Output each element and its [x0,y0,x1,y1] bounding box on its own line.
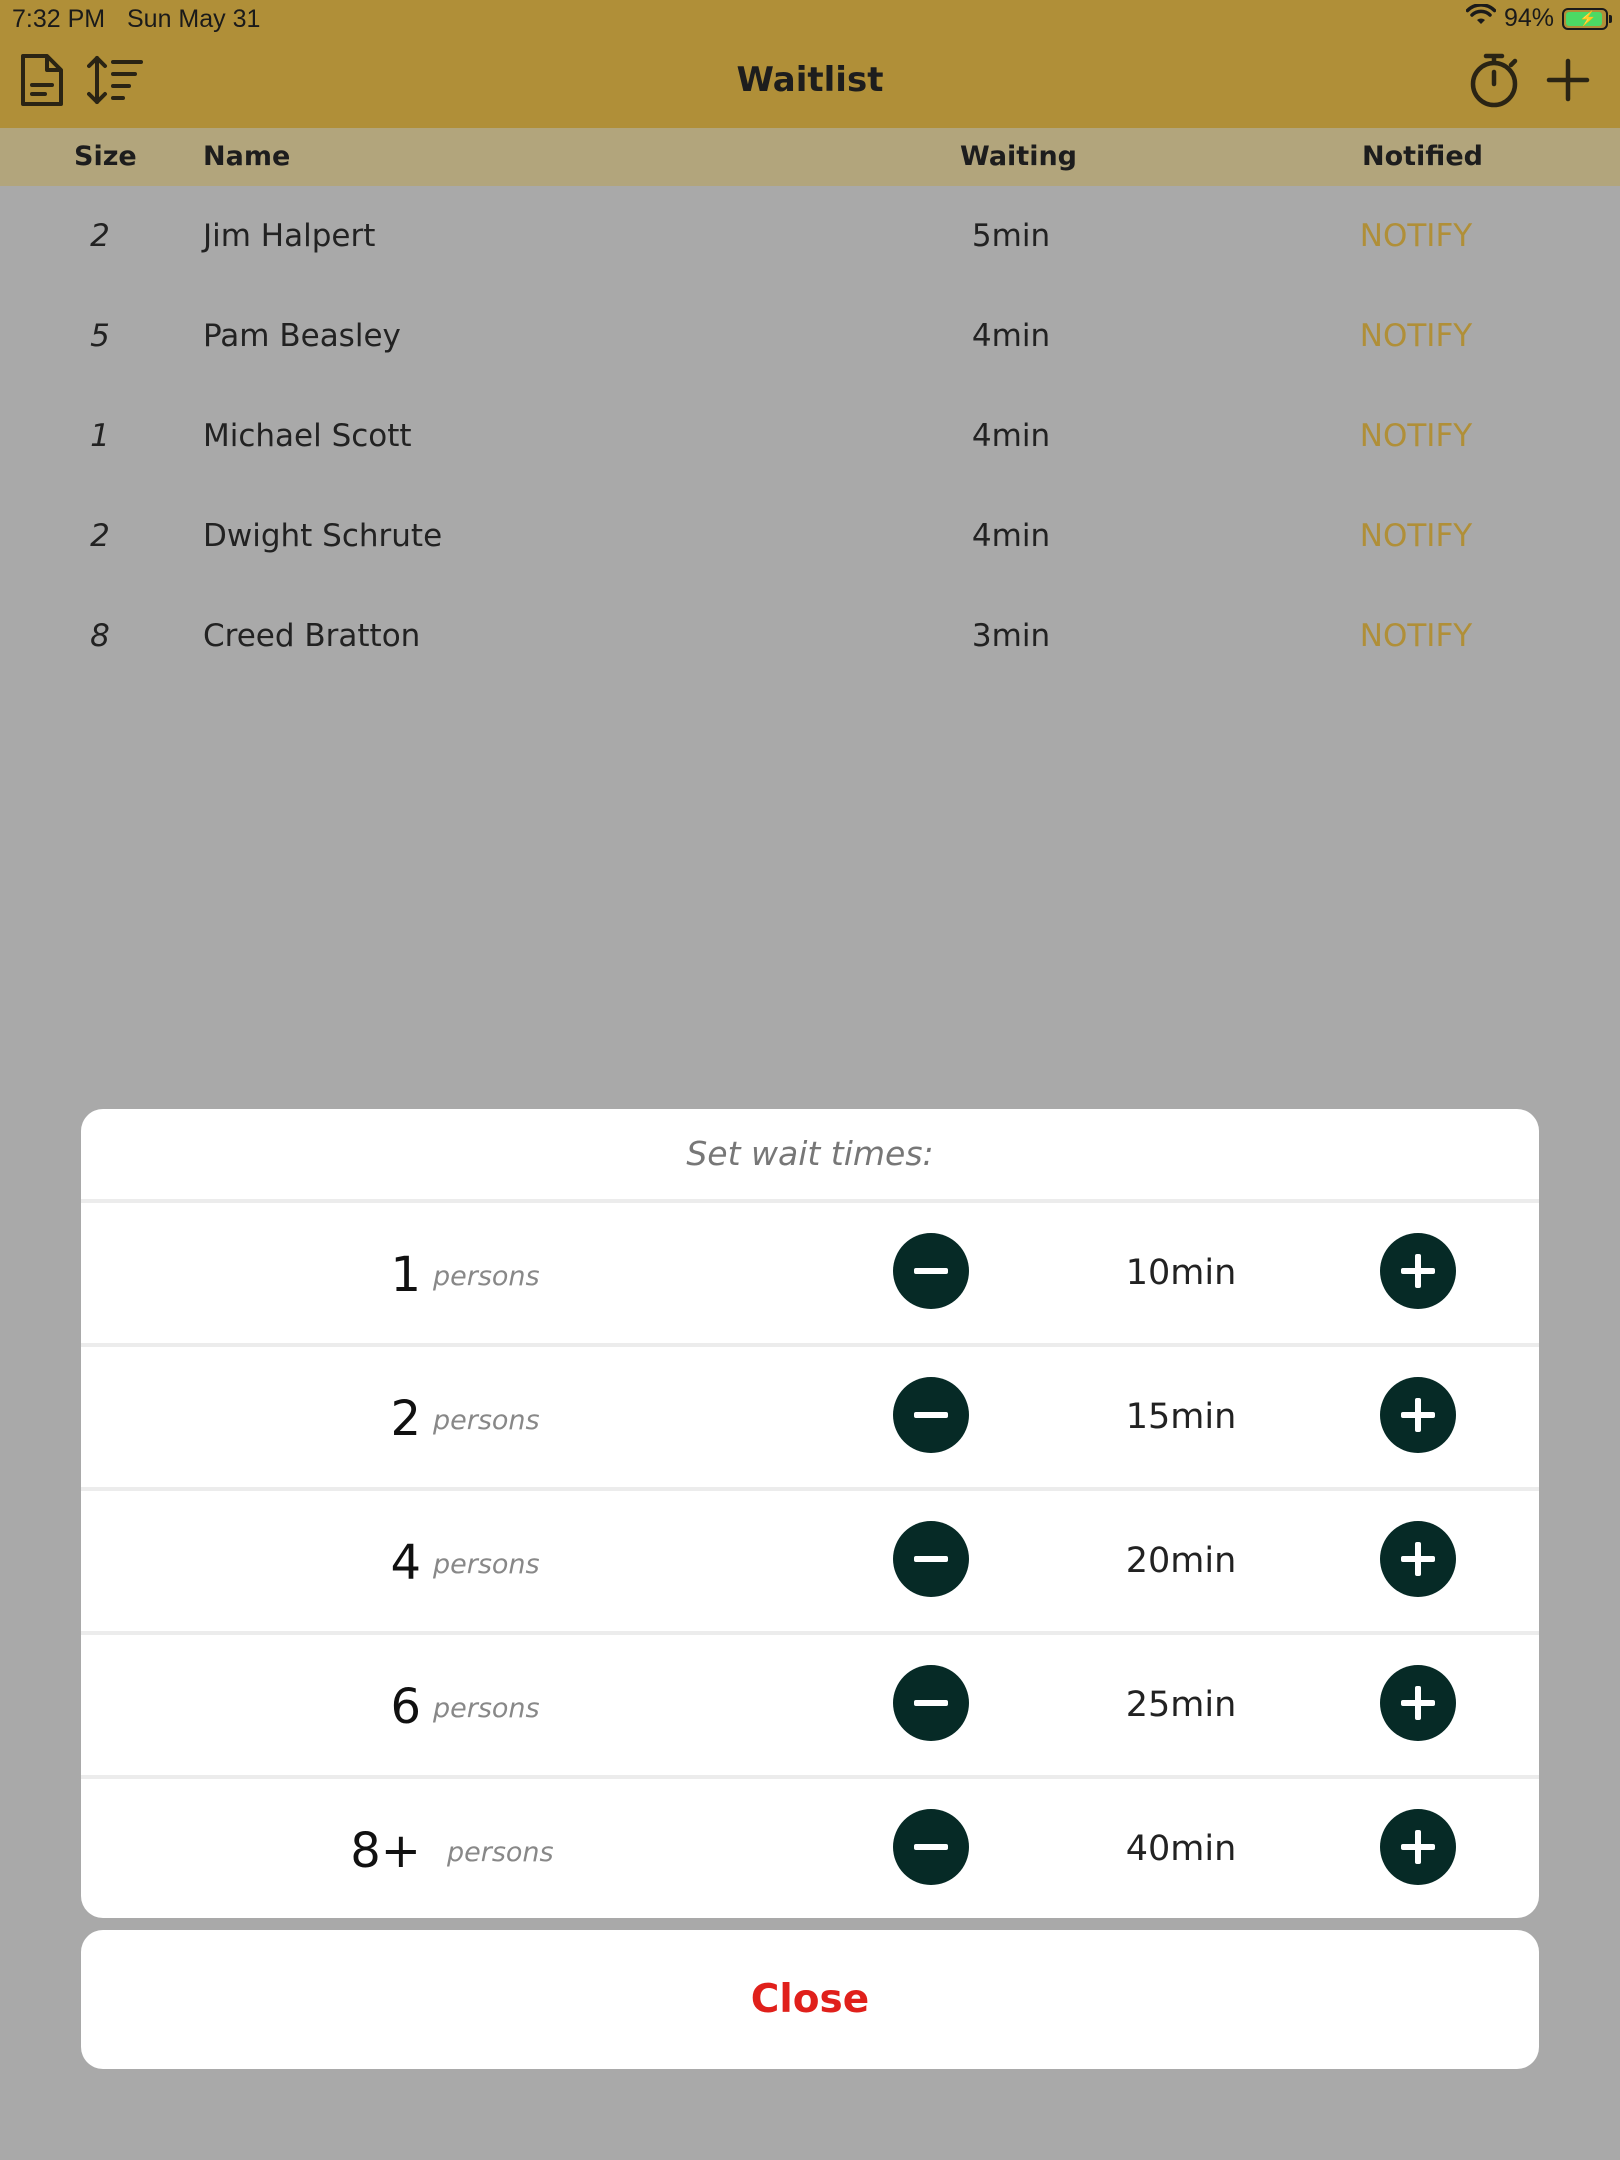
waiting-time: 5min [971,218,1051,254]
guest-name: Pam Beasley [203,318,401,354]
party-size: 8 [90,618,110,654]
column-header-size[interactable]: Size [74,141,137,172]
wait-time-row: 8+ persons 40min [81,1775,1539,1918]
persons-label: persons [433,1693,540,1724]
waiting-time: 3min [971,618,1051,654]
page-title: Waitlist [736,60,884,100]
waiting-time: 4min [971,318,1051,354]
notify-button[interactable]: NOTIFY [1336,518,1496,554]
party-size: 1 [90,418,110,454]
persons-label: persons [433,1405,540,1436]
table-header: Size Name Waiting Notified [0,128,1620,186]
party-size: 5 [90,318,110,354]
battery-icon: ⚡ [1562,7,1612,30]
notify-button[interactable]: NOTIFY [1336,418,1496,454]
increase-button[interactable] [1380,1665,1456,1741]
column-header-notified[interactable]: Notified [1362,141,1483,172]
increase-button[interactable] [1380,1233,1456,1309]
notify-button[interactable]: NOTIFY [1336,618,1496,654]
increase-button[interactable] [1380,1377,1456,1453]
charging-bolt-icon: ⚡ [1579,9,1597,26]
decrease-button[interactable] [893,1233,969,1309]
wait-times-sheet: Set wait times: 1 persons 10min 2 person… [81,1109,1539,1918]
party-size-count: 4 [390,1535,421,1591]
decrease-button[interactable] [893,1809,969,1885]
guest-name: Michael Scott [203,418,412,454]
party-size-count: 6 [390,1679,421,1735]
battery-cap [1609,14,1612,23]
party-size-count: 8+ [350,1823,421,1879]
wait-time-row: 2 persons 15min [81,1343,1539,1488]
wait-minutes: 20min [1125,1541,1237,1581]
persons-label: persons [447,1837,554,1868]
battery-percent: 94% [1503,4,1554,32]
party-size-count: 2 [390,1391,421,1447]
notify-button[interactable]: NOTIFY [1336,218,1496,254]
add-icon[interactable] [1538,50,1598,110]
screen: 7:32 PM Sun May 31 94% ⚡ Waitlist Size N… [0,0,1620,2160]
status-bar: 7:32 PM Sun May 31 94% ⚡ [0,0,1620,40]
timer-icon[interactable] [1464,50,1524,110]
table-row[interactable]: 8 Creed Bratton 3min NOTIFY [0,588,1620,688]
table-row[interactable]: 2 Jim Halpert 5min NOTIFY [0,188,1620,288]
waiting-time: 4min [971,518,1051,554]
status-time: 7:32 PM [12,5,106,33]
notify-button[interactable]: NOTIFY [1336,318,1496,354]
wait-minutes: 10min [1125,1253,1237,1293]
column-header-name[interactable]: Name [203,141,290,172]
table-row[interactable]: 1 Michael Scott 4min NOTIFY [0,388,1620,488]
wait-time-row: 6 persons 25min [81,1631,1539,1776]
increase-button[interactable] [1380,1809,1456,1885]
increase-button[interactable] [1380,1521,1456,1597]
decrease-button[interactable] [893,1665,969,1741]
party-size-count: 1 [390,1247,421,1303]
persons-label: persons [433,1261,540,1292]
wait-time-row: 1 persons 10min [81,1199,1539,1344]
column-header-waiting[interactable]: Waiting [960,141,1077,172]
decrease-button[interactable] [893,1377,969,1453]
status-indicators: 94% ⚡ [1465,3,1612,33]
persons-label: persons [433,1549,540,1580]
nav-bar: 7:32 PM Sun May 31 94% ⚡ Waitlist [0,0,1620,128]
wait-minutes: 15min [1125,1397,1237,1437]
waiting-time: 4min [971,418,1051,454]
decrease-button[interactable] [893,1521,969,1597]
wait-time-row: 4 persons 20min [81,1487,1539,1632]
wifi-icon [1465,3,1497,33]
guest-name: Jim Halpert [203,218,376,254]
wait-minutes: 40min [1125,1829,1237,1869]
table-row[interactable]: 2 Dwight Schrute 4min NOTIFY [0,488,1620,588]
table-row[interactable]: 5 Pam Beasley 4min NOTIFY [0,288,1620,388]
wait-minutes: 25min [1125,1685,1237,1725]
party-size: 2 [90,518,110,554]
guest-name: Creed Bratton [203,618,421,654]
guest-name: Dwight Schrute [203,518,443,554]
party-size: 2 [90,218,110,254]
status-date: Sun May 31 [127,5,261,33]
sheet-title: Set wait times: [686,1134,934,1173]
close-button[interactable]: Close [81,1930,1539,2069]
